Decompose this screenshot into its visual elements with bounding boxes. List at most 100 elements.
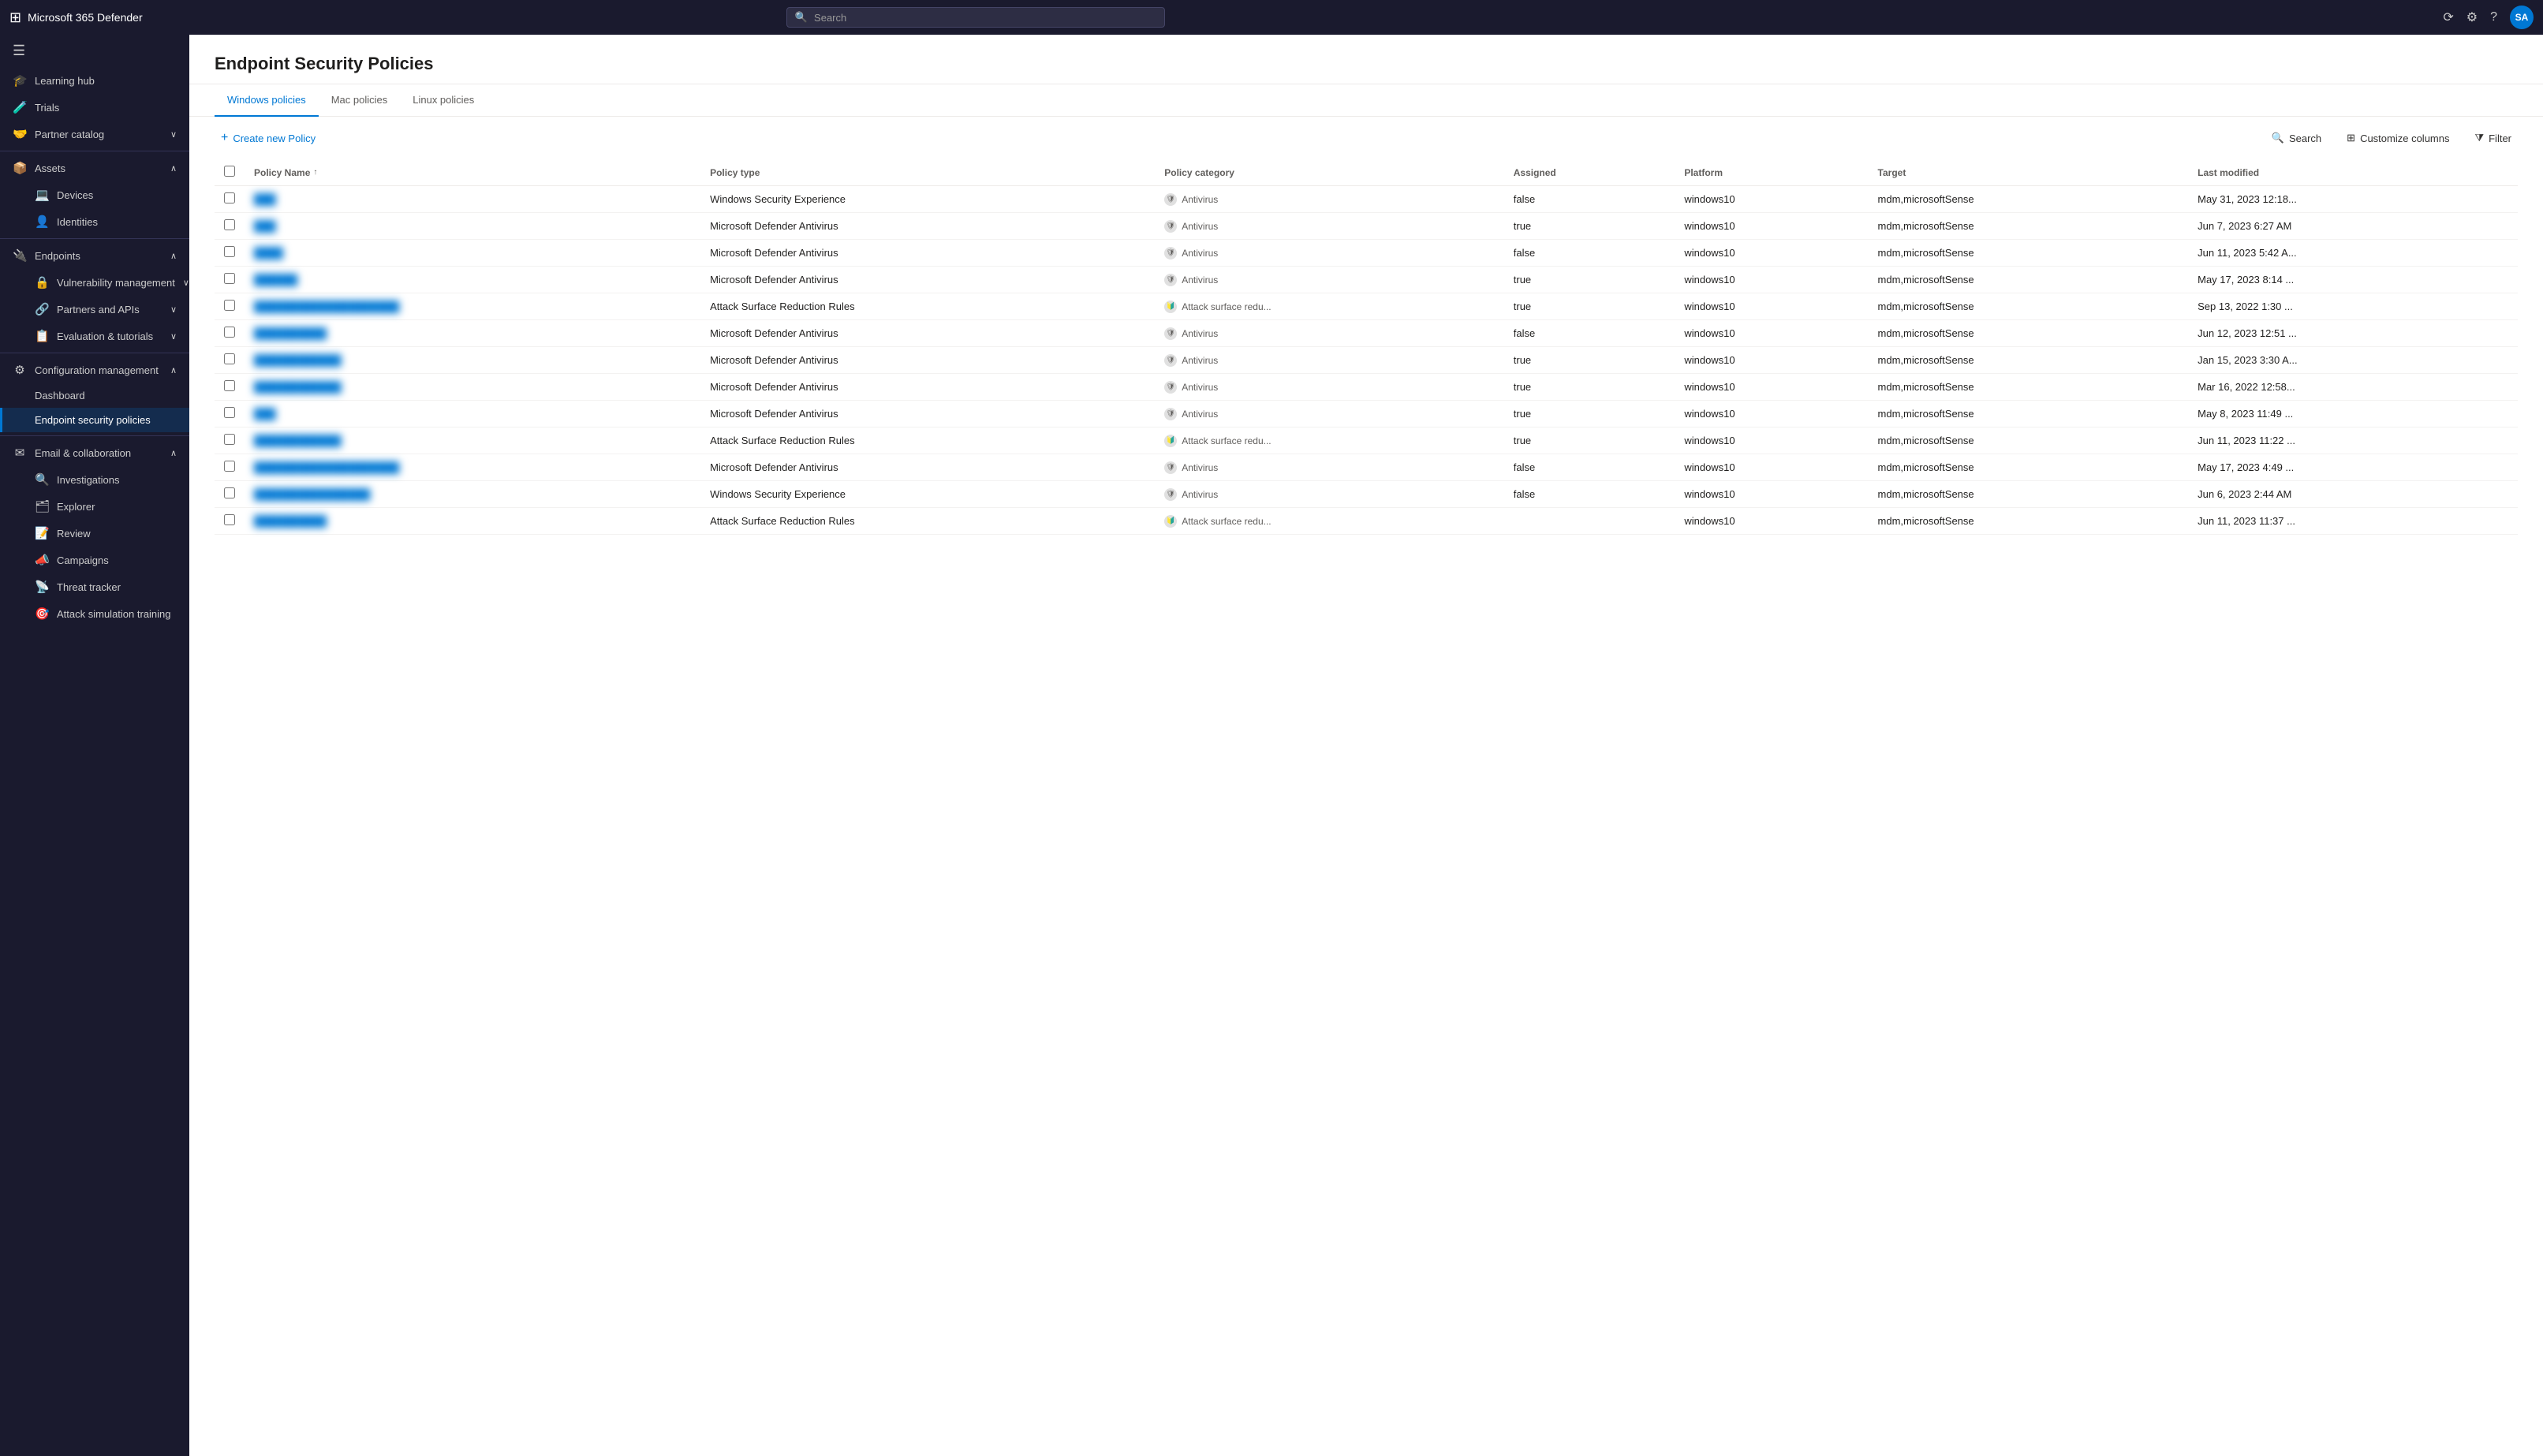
row-policy-name[interactable]: ███ xyxy=(245,186,700,213)
row-policy-name[interactable]: ██████████ xyxy=(245,508,700,535)
row-policy-name[interactable]: ████████████ xyxy=(245,347,700,374)
antivirus-icon: 🛡 xyxy=(1164,274,1177,286)
row-platform: windows10 xyxy=(1675,454,1868,481)
sidebar-item-label: Email & collaboration xyxy=(35,447,131,459)
row-policy-name[interactable]: ████ xyxy=(245,240,700,267)
tab-linux-policies[interactable]: Linux policies xyxy=(400,84,487,117)
sidebar-item-trials[interactable]: 🧪 Trials xyxy=(0,94,189,121)
sidebar-item-partners-apis[interactable]: 🔗 Partners and APIs ∨ xyxy=(0,296,189,323)
sidebar-divider-2 xyxy=(0,238,189,239)
row-policy-name[interactable]: ████████████████████ xyxy=(245,293,700,320)
campaigns-icon: 📣 xyxy=(35,553,49,567)
customize-columns-button[interactable]: ⊞ Customize columns xyxy=(2340,127,2455,149)
row-policy-name[interactable]: ████████████ xyxy=(245,374,700,401)
sidebar-item-label: Identities xyxy=(57,216,98,228)
row-last-modified: Jan 15, 2023 3:30 A... xyxy=(2188,347,2518,374)
table-row: ████Microsoft Defender Antivirus🛡Antivir… xyxy=(215,240,2518,267)
row-policy-category: 🛡Antivirus xyxy=(1155,320,1504,347)
sidebar-item-partner-catalog[interactable]: 🤝 Partner catalog ∨ xyxy=(0,121,189,147)
row-policy-name[interactable]: ███ xyxy=(245,401,700,427)
row-policy-name[interactable]: ████████████ xyxy=(245,427,700,454)
row-checkbox[interactable] xyxy=(224,327,235,338)
row-checkbox[interactable] xyxy=(224,487,235,498)
sidebar-item-devices[interactable]: 💻 Devices xyxy=(0,181,189,208)
investigations-icon: 🔍 xyxy=(35,472,49,487)
row-policy-name[interactable]: ████████████████ xyxy=(245,481,700,508)
row-checkbox[interactable] xyxy=(224,514,235,525)
row-checkbox[interactable] xyxy=(224,246,235,257)
row-policy-name[interactable]: ██████ xyxy=(245,267,700,293)
share-icon[interactable]: ⟳ xyxy=(2443,9,2453,25)
sidebar-item-dashboard[interactable]: Dashboard xyxy=(0,383,189,408)
help-icon[interactable]: ? xyxy=(2490,10,2497,24)
topbar-search-box[interactable]: 🔍 xyxy=(786,7,1165,28)
search-input[interactable] xyxy=(814,12,1156,24)
settings-icon[interactable]: ⚙ xyxy=(2466,9,2478,25)
filter-button[interactable]: ⧩ Filter xyxy=(2469,127,2519,149)
sidebar-item-threat-tracker[interactable]: 📡 Threat tracker xyxy=(0,573,189,600)
row-checkbox[interactable] xyxy=(224,434,235,445)
row-assigned: true xyxy=(1504,401,1675,427)
row-last-modified: Jun 11, 2023 11:22 ... xyxy=(2188,427,2518,454)
sidebar-item-learning-hub[interactable]: 🎓 Learning hub xyxy=(0,67,189,94)
create-new-policy-button[interactable]: + Create new Policy xyxy=(215,126,322,150)
sort-policy-name[interactable]: Policy Name ↑ xyxy=(254,167,317,178)
select-all-checkbox[interactable] xyxy=(224,166,235,177)
row-checkbox[interactable] xyxy=(224,380,235,391)
sidebar-item-config-management[interactable]: ⚙ Configuration management ∧ xyxy=(0,357,189,383)
sidebar-item-email-collaboration[interactable]: ✉ Email & collaboration ∧ xyxy=(0,439,189,466)
sidebar-item-label: Devices xyxy=(57,189,93,201)
row-checkbox[interactable] xyxy=(224,407,235,418)
col-header-policy-type: Policy type xyxy=(700,159,1155,186)
search-button[interactable]: 🔍 Search xyxy=(2265,127,2328,149)
row-checkbox-cell xyxy=(215,427,245,454)
row-checkbox[interactable] xyxy=(224,192,235,203)
sidebar-item-campaigns[interactable]: 📣 Campaigns xyxy=(0,547,189,573)
row-target: mdm,microsoftSense xyxy=(1869,267,2189,293)
table-row: ████████████Microsoft Defender Antivirus… xyxy=(215,374,2518,401)
row-assigned xyxy=(1504,508,1675,535)
table-row: ███Microsoft Defender Antivirus🛡Antiviru… xyxy=(215,401,2518,427)
toolbar: + Create new Policy 🔍 Search ⊞ Customize… xyxy=(189,117,2543,159)
sidebar-item-review[interactable]: 📝 Review xyxy=(0,520,189,547)
col-header-policy-name[interactable]: Policy Name ↑ xyxy=(245,159,700,186)
row-policy-category: 🛡Antivirus xyxy=(1155,213,1504,240)
row-checkbox[interactable] xyxy=(224,273,235,284)
sidebar-item-identities[interactable]: 👤 Identities xyxy=(0,208,189,235)
sidebar-item-vulnerability[interactable]: 🔒 Vulnerability management ∨ xyxy=(0,269,189,296)
tab-mac-policies[interactable]: Mac policies xyxy=(319,84,401,117)
row-checkbox-cell xyxy=(215,186,245,213)
sidebar-item-evaluation[interactable]: 📋 Evaluation & tutorials ∨ xyxy=(0,323,189,349)
row-platform: windows10 xyxy=(1675,508,1868,535)
row-policy-name[interactable]: ███ xyxy=(245,213,700,240)
sidebar-item-assets[interactable]: 📦 Assets ∧ xyxy=(0,155,189,181)
row-checkbox[interactable] xyxy=(224,461,235,472)
sidebar-item-explorer[interactable]: 🗂 Explorer xyxy=(0,493,189,520)
filter-label: Filter xyxy=(2489,133,2511,144)
waffle-icon[interactable]: ⊞ xyxy=(9,9,21,26)
sidebar-item-attack-simulation[interactable]: 🎯 Attack simulation training xyxy=(0,600,189,627)
row-platform: windows10 xyxy=(1675,427,1868,454)
avatar[interactable]: SA xyxy=(2510,6,2534,29)
sidebar-item-label: Endpoints xyxy=(35,250,80,262)
row-policy-type: Microsoft Defender Antivirus xyxy=(700,347,1155,374)
col-header-last-modified: Last modified xyxy=(2188,159,2518,186)
review-icon: 📝 xyxy=(35,526,49,540)
row-checkbox[interactable] xyxy=(224,219,235,230)
sidebar-item-endpoint-security-policies[interactable]: Endpoint security policies xyxy=(0,408,189,432)
table-row: ████████████████████Attack Surface Reduc… xyxy=(215,293,2518,320)
row-checkbox[interactable] xyxy=(224,353,235,364)
hamburger-icon[interactable]: ☰ xyxy=(0,35,189,67)
col-header-assigned: Assigned xyxy=(1504,159,1675,186)
tab-windows-policies[interactable]: Windows policies xyxy=(215,84,319,117)
row-policy-category: 🛡Antivirus xyxy=(1155,401,1504,427)
row-policy-name[interactable]: ████████████████████ xyxy=(245,454,700,481)
table-row: ████████████Attack Surface Reduction Rul… xyxy=(215,427,2518,454)
select-all-header[interactable] xyxy=(215,159,245,186)
endpoints-icon: 🔌 xyxy=(13,248,27,263)
sidebar-item-endpoints[interactable]: 🔌 Endpoints ∧ xyxy=(0,242,189,269)
row-checkbox[interactable] xyxy=(224,300,235,311)
col-header-target: Target xyxy=(1869,159,2189,186)
sidebar-item-investigations[interactable]: 🔍 Investigations xyxy=(0,466,189,493)
row-policy-name[interactable]: ██████████ xyxy=(245,320,700,347)
